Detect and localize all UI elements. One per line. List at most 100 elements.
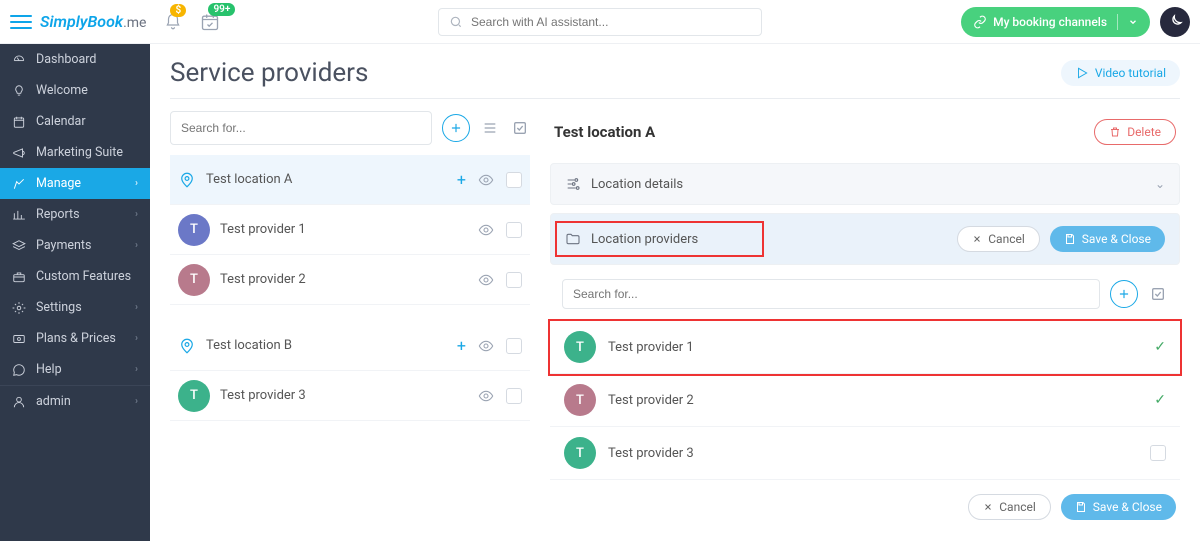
select-all-button[interactable] — [510, 118, 530, 138]
payments-icon — [12, 239, 26, 253]
check-square-icon — [1150, 286, 1166, 302]
location-name: Test location A — [206, 172, 447, 187]
sidebar-item-custom[interactable]: Custom Features — [0, 261, 150, 292]
panel-select-all-button[interactable] — [1148, 284, 1168, 304]
provider-row[interactable]: T Test provider 1 — [170, 205, 530, 255]
booking-channels-label: My booking channels — [993, 15, 1107, 29]
checked-icon[interactable]: ✓ — [1154, 339, 1166, 355]
sidebar-item-settings[interactable]: Settings› — [0, 292, 150, 323]
location-details-label: Location details — [591, 177, 683, 192]
row-checkbox[interactable] — [506, 222, 522, 238]
logo-suffix: .me — [123, 15, 146, 31]
list-menu-button[interactable] — [480, 118, 500, 138]
row-checkbox[interactable] — [506, 388, 522, 404]
visibility-toggle[interactable] — [478, 272, 494, 288]
provider-name: Test provider 2 — [608, 393, 694, 408]
sidebar-item-admin[interactable]: admin› — [0, 385, 150, 417]
provider-name: Test provider 3 — [608, 446, 694, 461]
provider-row[interactable]: TTest provider 3 — [170, 371, 530, 421]
section-save-button[interactable]: Save & Close — [1050, 226, 1165, 252]
provider-avatar: T — [178, 264, 210, 296]
eye-icon — [478, 388, 494, 404]
cancel-label: Cancel — [999, 500, 1036, 514]
chevron-right-icon: › — [135, 209, 138, 220]
reports-icon — [12, 208, 26, 222]
close-icon — [972, 234, 982, 244]
list-search-input[interactable] — [181, 121, 421, 135]
provider-avatar: T — [564, 437, 596, 469]
eye-icon — [478, 338, 494, 354]
delete-location-button[interactable]: Delete — [1094, 119, 1176, 145]
location-details-section[interactable]: Location details ⌄ — [550, 163, 1180, 205]
location-detail-panel: Test location A Delete Location details … — [550, 111, 1180, 524]
global-search[interactable] — [438, 8, 762, 36]
sidebar-item-welcome[interactable]: Welcome — [0, 75, 150, 106]
list-icon — [482, 120, 498, 136]
panel-search[interactable] — [562, 279, 1100, 309]
sidebar-item-dashboard[interactable]: Dashboard — [0, 44, 150, 75]
cancel-label: Cancel — [988, 232, 1025, 246]
visibility-toggle[interactable] — [478, 222, 494, 238]
sidebar-item-label: Manage — [36, 176, 81, 191]
location-providers-highlight: Location providers — [557, 223, 762, 255]
booking-channels-button[interactable]: My booking channels — [961, 7, 1150, 37]
custom-icon — [12, 270, 26, 284]
assign-provider-row[interactable]: TTest provider 2✓ — [550, 374, 1180, 427]
topbar: SimplyBook.me $ 99+ My booking channels — [0, 0, 1200, 44]
sidebar-item-plans[interactable]: Plans & Prices› — [0, 323, 150, 354]
panel-search-input[interactable] — [573, 287, 1089, 301]
checked-icon[interactable]: ✓ — [1154, 392, 1166, 408]
row-checkbox[interactable] — [506, 338, 522, 354]
provider-avatar: T — [178, 214, 210, 246]
sidebar-item-manage[interactable]: Manage› — [0, 168, 150, 199]
section-cancel-button[interactable]: Cancel — [957, 226, 1040, 252]
add-provider-icon[interactable]: + — [457, 170, 466, 189]
add-location-button[interactable] — [442, 114, 470, 142]
sidebar-item-label: Marketing Suite — [36, 145, 123, 160]
provider-name: Test provider 1 — [220, 222, 468, 237]
chevron-down-icon — [1128, 17, 1138, 27]
logo[interactable]: SimplyBook.me — [40, 12, 146, 31]
location-panel-title: Test location A — [554, 123, 655, 141]
provider-row[interactable]: TTest provider 2 — [170, 255, 530, 305]
visibility-toggle[interactable] — [478, 172, 494, 188]
menu-toggle[interactable] — [10, 11, 32, 33]
location-pin-icon — [178, 171, 196, 189]
sidebar-item-calendar[interactable]: Calendar — [0, 106, 150, 137]
manage-icon — [12, 177, 26, 191]
video-tutorial-button[interactable]: Video tutorial — [1061, 60, 1180, 86]
add-provider-button[interactable] — [1110, 280, 1138, 308]
list-search[interactable] — [170, 111, 432, 145]
theme-toggle[interactable] — [1160, 7, 1190, 37]
link-icon — [973, 15, 987, 29]
check-square-icon — [512, 120, 528, 136]
bookings-button[interactable]: 99+ — [200, 12, 220, 32]
sidebar-item-marketing[interactable]: Marketing Suite — [0, 137, 150, 168]
save-label: Save & Close — [1082, 232, 1151, 246]
location-row[interactable]: Test location B+ — [170, 321, 530, 371]
unchecked-box[interactable] — [1150, 445, 1166, 461]
sidebar-item-label: Payments — [36, 238, 91, 253]
location-row[interactable]: Test location A + — [170, 155, 530, 205]
row-checkbox[interactable] — [506, 172, 522, 188]
sidebar-item-help[interactable]: Help› — [0, 354, 150, 385]
location-providers-section[interactable]: Location providers Cancel Save & Close — [550, 213, 1180, 265]
assign-provider-row[interactable]: T Test provider 3 — [550, 427, 1180, 480]
footer-save-button[interactable]: Save & Close — [1061, 494, 1176, 520]
global-search-input[interactable] — [471, 15, 751, 29]
visibility-toggle[interactable] — [478, 338, 494, 354]
assign-provider-row[interactable]: TTest provider 1✓ — [550, 321, 1180, 374]
notifications-button[interactable]: $ — [164, 13, 182, 31]
help-icon — [12, 363, 26, 377]
search-icon — [449, 15, 463, 29]
sidebar-item-payments[interactable]: Payments› — [0, 230, 150, 261]
plus-icon — [449, 121, 463, 135]
row-checkbox[interactable] — [506, 272, 522, 288]
provider-name: Test provider 1 — [608, 340, 694, 355]
sidebar-item-reports[interactable]: Reports› — [0, 199, 150, 230]
footer-cancel-button[interactable]: Cancel — [968, 494, 1051, 520]
eye-icon — [478, 272, 494, 288]
save-icon — [1075, 501, 1087, 513]
visibility-toggle[interactable] — [478, 388, 494, 404]
add-provider-icon[interactable]: + — [457, 336, 466, 355]
